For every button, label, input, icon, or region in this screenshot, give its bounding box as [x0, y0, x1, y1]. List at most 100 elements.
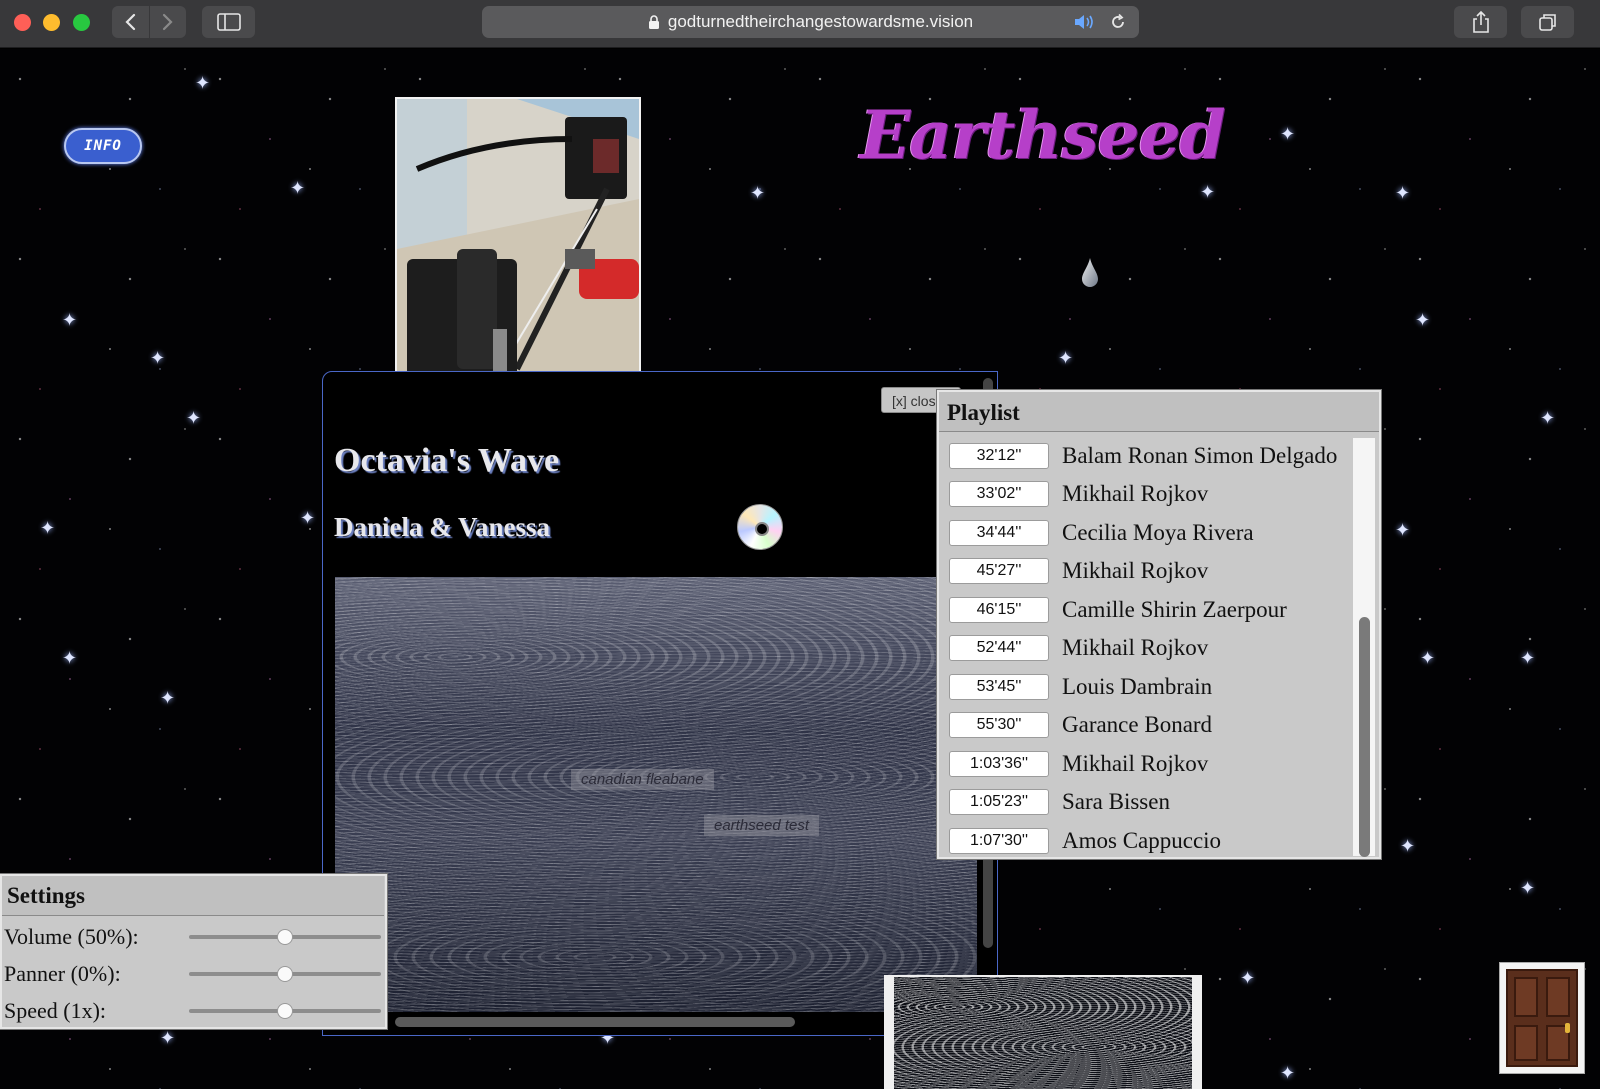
track-time[interactable]: 53'45''	[949, 674, 1049, 700]
url-text: godturnedtheirchangestowardsme.vision	[667, 12, 974, 31]
track-artist-name[interactable]: Mikhail Rojkov	[1062, 481, 1208, 507]
star-sparkle-icon: ✦	[1280, 1063, 1296, 1083]
star-sparkle-icon: ✦	[150, 348, 166, 368]
player-horizontal-scrollbar[interactable]	[395, 1017, 795, 1027]
star-sparkle-icon: ✦	[62, 310, 78, 330]
zoom-window-button[interactable]	[73, 14, 90, 31]
track-artist-name[interactable]: Garance Bonard	[1062, 712, 1212, 738]
playlist-item[interactable]: 1:07'30'' Amos Cappuccio	[949, 822, 1349, 860]
speed-slider[interactable]	[189, 1003, 381, 1019]
track-time[interactable]: 45'27''	[949, 558, 1049, 584]
track-time[interactable]: 32'12''	[949, 443, 1049, 469]
track-artist-name[interactable]: Amos Cappuccio	[1062, 828, 1221, 854]
tab-overview-button[interactable]	[1521, 6, 1574, 38]
playlist-item[interactable]: 1:05'23'' Sara Bissen	[949, 783, 1349, 821]
film-splicer-image	[397, 99, 639, 395]
track-time[interactable]: 1:05'23''	[949, 789, 1049, 815]
forward-button[interactable]	[149, 6, 186, 38]
track-time[interactable]: 52'44''	[949, 635, 1049, 661]
track-time[interactable]: 1:07'30''	[949, 828, 1049, 854]
star-sparkle-icon: ✦	[1395, 183, 1411, 203]
slider-knob[interactable]	[277, 929, 293, 945]
star-sparkle-icon: ✦	[750, 183, 766, 203]
minimize-window-button[interactable]	[43, 14, 60, 31]
track-artist-name[interactable]: Mikhail Rojkov	[1062, 635, 1208, 661]
star-sparkle-icon: ✦	[1058, 348, 1074, 368]
star-sparkle-icon: ✦	[1280, 124, 1296, 144]
track-artist-name[interactable]: Camille Shirin Zaerpour	[1062, 597, 1287, 623]
track-artist-name[interactable]: Mikhail Rojkov	[1062, 751, 1208, 777]
door-panel	[1514, 1025, 1538, 1061]
star-sparkle-icon: ✦	[1395, 520, 1411, 540]
track-artist-name[interactable]: Mikhail Rojkov	[1062, 558, 1208, 584]
video-tag[interactable]: canadian fleabane	[571, 769, 714, 790]
playlist-scrollbar-thumb[interactable]	[1359, 617, 1370, 857]
track-time[interactable]: 33'02''	[949, 481, 1049, 507]
playlist-item[interactable]: 33'02'' Mikhail Rojkov	[949, 475, 1349, 513]
cd-disc-icon[interactable]	[737, 504, 783, 550]
share-button[interactable]	[1454, 6, 1507, 38]
door-panel	[1514, 977, 1538, 1017]
chevron-right-icon	[162, 13, 173, 31]
playlist-item[interactable]: 55'30'' Garance Bonard	[949, 706, 1349, 744]
track-artist: Daniela & Vanessa	[334, 512, 551, 542]
track-time[interactable]: 1:03'36''	[949, 751, 1049, 777]
volume-setting: Volume (50%):	[4, 919, 384, 955]
playlist-item[interactable]: 45'27'' Mikhail Rojkov	[949, 552, 1349, 590]
star-sparkle-icon: ✦	[290, 178, 306, 198]
track-artist-name[interactable]: Sara Bissen	[1062, 789, 1170, 815]
star-sparkle-icon: ✦	[300, 508, 316, 528]
earthseed-logo: Earthseed	[860, 96, 1226, 174]
track-artist-name[interactable]: Balam Ronan Simon Delgado	[1062, 443, 1337, 469]
door-knob	[1565, 1023, 1570, 1033]
ocean-thumbnail[interactable]	[884, 975, 1202, 1089]
star-sparkle-icon: ✦	[1520, 648, 1536, 668]
star-sparkle-icon: ✦	[160, 688, 176, 708]
close-window-button[interactable]	[14, 14, 31, 31]
tabs-icon	[1538, 14, 1556, 31]
slider-knob[interactable]	[277, 1003, 293, 1019]
track-time[interactable]: 55'30''	[949, 712, 1049, 738]
ocean-thumbnail-image	[894, 977, 1192, 1089]
track-time[interactable]: 34'44''	[949, 520, 1049, 546]
film-splicer-photo[interactable]	[395, 97, 641, 397]
slider-knob[interactable]	[277, 966, 293, 982]
playlist-header: Playlist	[939, 392, 1379, 432]
lock-icon	[648, 14, 660, 30]
playlist-item[interactable]: 46'15'' Camille Shirin Zaerpour	[949, 591, 1349, 629]
star-sparkle-icon: ✦	[1200, 182, 1216, 202]
star-sparkle-icon: ✦	[195, 73, 211, 93]
volume-slider[interactable]	[189, 929, 381, 945]
star-sparkle-icon: ✦	[1540, 408, 1556, 428]
ocean-video[interactable]: canadian fleabane earthseed test	[335, 577, 977, 1012]
chevron-left-icon	[125, 13, 136, 31]
star-sparkle-icon: ✦	[1520, 878, 1536, 898]
playlist-item[interactable]: 34'44'' Cecilia Moya Rivera	[949, 514, 1349, 552]
star-sparkle-icon: ✦	[1240, 968, 1256, 988]
track-artist-name[interactable]: Louis Dambrain	[1062, 674, 1212, 700]
video-tag[interactable]: earthseed test	[704, 815, 820, 836]
playlist-item[interactable]: 32'12'' Balam Ronan Simon Delgado	[949, 437, 1349, 475]
star-sparkle-icon: ✦	[186, 408, 202, 428]
track-artist-name[interactable]: Cecilia Moya Rivera	[1062, 520, 1254, 546]
panner-setting: Panner (0%):	[4, 956, 384, 992]
reload-icon[interactable]	[1109, 13, 1127, 36]
settings-panel: Settings Volume (50%): Panner (0%): Spee…	[0, 874, 387, 1029]
back-button[interactable]	[112, 6, 149, 38]
volume-label: Volume (50%):	[4, 924, 139, 949]
playlist-item[interactable]: 1:03'36'' Mikhail Rojkov	[949, 745, 1349, 783]
address-bar[interactable]: godturnedtheirchangestowardsme.vision	[482, 6, 1139, 38]
info-button[interactable]: INFO	[64, 128, 142, 164]
sidebar-icon	[216, 13, 241, 31]
speaker-icon[interactable]	[1073, 13, 1097, 36]
playlist-item[interactable]: 53'45'' Louis Dambrain	[949, 668, 1349, 706]
navigation-buttons	[112, 6, 186, 38]
panner-slider[interactable]	[189, 966, 381, 982]
door-icon[interactable]	[1499, 962, 1585, 1074]
door-image	[1506, 969, 1578, 1067]
playlist-item[interactable]: 52'44'' Mikhail Rojkov	[949, 629, 1349, 667]
star-sparkle-icon: ✦	[1420, 648, 1436, 668]
star-sparkle-icon: ✦	[1400, 836, 1416, 856]
sidebar-toggle-button[interactable]	[202, 6, 255, 38]
track-time[interactable]: 46'15''	[949, 597, 1049, 623]
